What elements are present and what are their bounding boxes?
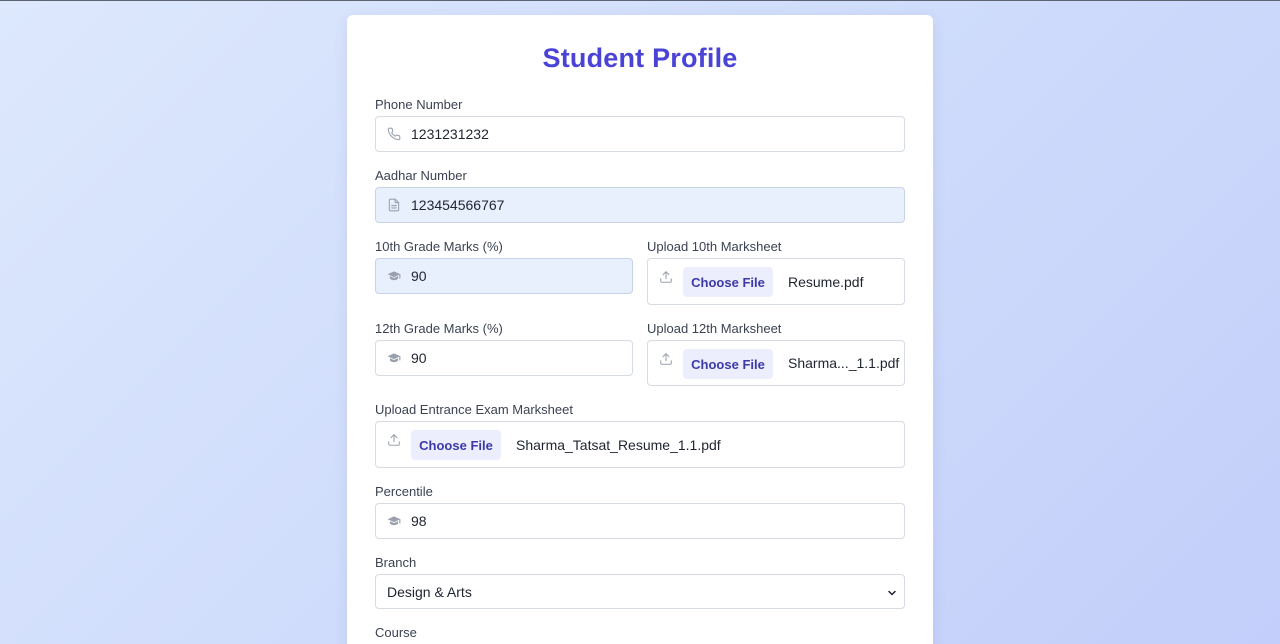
- window-top-border: [0, 0, 1280, 1]
- entrance-filename: Sharma_Tatsat_Resume_1.1.pdf: [516, 436, 721, 453]
- twelfth-marks-value: 90: [411, 350, 427, 366]
- chevron-down-icon: [886, 586, 898, 598]
- phone-label: Phone Number: [375, 97, 463, 112]
- percentile-value: 98: [411, 513, 427, 529]
- student-profile-card: Student Profile Phone Number 1231231232 …: [347, 15, 933, 644]
- twelfth-choose-file-button[interactable]: Choose File: [683, 349, 773, 379]
- graduation-cap-icon: [386, 268, 402, 284]
- aadhar-label: Aadhar Number: [375, 168, 467, 183]
- tenth-choose-file-button[interactable]: Choose File: [683, 267, 773, 297]
- tenth-marks-field[interactable]: 90: [375, 258, 633, 294]
- twelfth-upload-label: Upload 12th Marksheet: [647, 321, 782, 336]
- upload-icon: [658, 269, 674, 285]
- entrance-choose-file-button[interactable]: Choose File: [411, 430, 501, 460]
- graduation-cap-icon: [386, 513, 402, 529]
- graduation-cap-icon: [386, 350, 402, 366]
- percentile-field[interactable]: 98: [375, 503, 905, 539]
- branch-select[interactable]: Design & Arts: [375, 574, 905, 609]
- tenth-filename: Resume.pdf: [788, 273, 864, 290]
- tenth-marks-value: 90: [411, 268, 427, 284]
- upload-icon: [386, 432, 402, 448]
- twelfth-filename: Sharma..._1.1.pdf: [788, 355, 900, 371]
- percentile-label: Percentile: [375, 484, 433, 499]
- entrance-upload-label: Upload Entrance Exam Marksheet: [375, 402, 573, 417]
- twelfth-marks-label: 12th Grade Marks (%): [375, 321, 503, 336]
- phone-icon: [386, 126, 402, 142]
- entrance-upload-field[interactable]: Choose File Sharma_Tatsat_Resume_1.1.pdf: [375, 421, 905, 468]
- upload-icon: [658, 351, 674, 367]
- twelfth-upload-field[interactable]: Choose File Sharma..._1.1.pdf: [647, 340, 905, 386]
- tenth-marks-label: 10th Grade Marks (%): [375, 239, 503, 254]
- twelfth-marks-field[interactable]: 90: [375, 340, 633, 376]
- page-title: Student Profile: [542, 43, 738, 73]
- tenth-upload-field[interactable]: Choose File Resume.pdf: [647, 258, 905, 305]
- aadhar-value: 123454566767: [411, 197, 505, 213]
- course-label: Course: [375, 625, 417, 640]
- aadhar-field[interactable]: 123454566767: [375, 187, 905, 223]
- branch-selected-value: Design & Arts: [387, 583, 472, 600]
- tenth-upload-label: Upload 10th Marksheet: [647, 239, 782, 254]
- branch-label: Branch: [375, 555, 417, 570]
- document-icon: [386, 197, 402, 213]
- phone-field[interactable]: 1231231232: [375, 116, 905, 152]
- phone-value: 1231231232: [411, 126, 489, 142]
